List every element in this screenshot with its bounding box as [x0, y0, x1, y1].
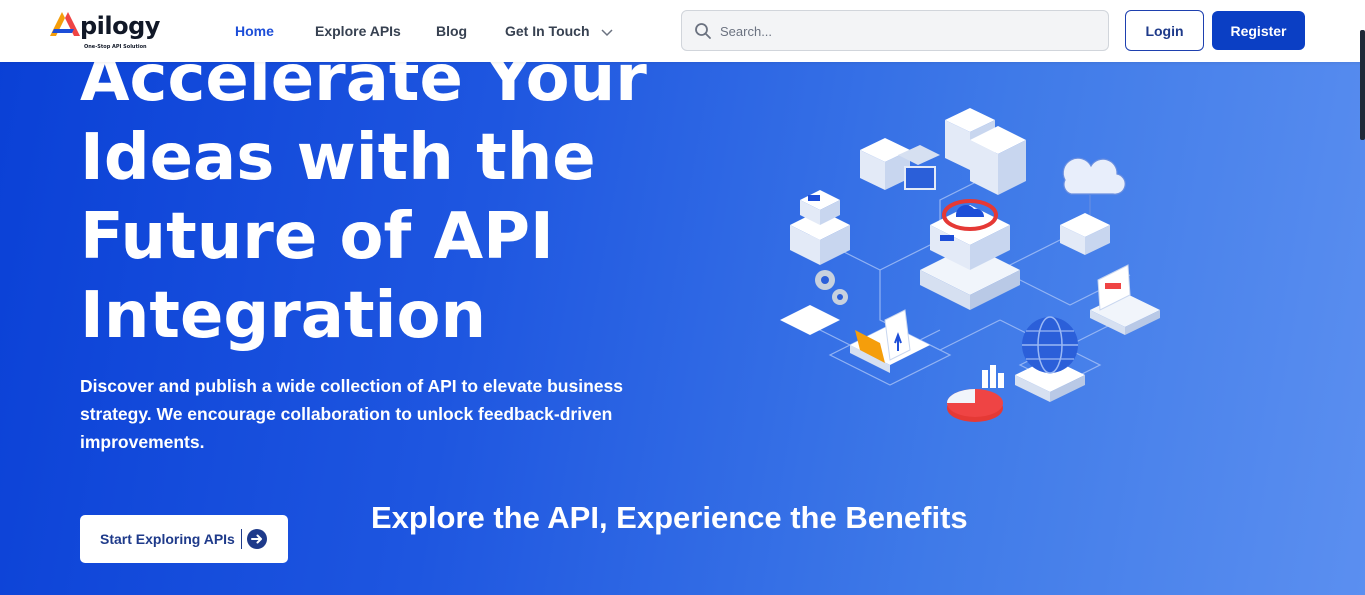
brand-logo[interactable]: pilogy One-Stop API Solution	[48, 12, 178, 54]
central-server	[920, 199, 1020, 310]
folder	[850, 309, 930, 373]
api-network-illustration	[780, 108, 1160, 422]
search-input[interactable]	[720, 19, 1090, 43]
hero-description: Discover and publish a wide collection o…	[80, 376, 623, 452]
hero-title-line: Ideas with the	[80, 121, 596, 195]
start-exploring-button[interactable]: Start Exploring APIs	[80, 515, 288, 563]
cloud-server	[1060, 157, 1126, 255]
hero-title-line: Future of API	[80, 200, 554, 274]
nav-item-blog[interactable]: Blog	[436, 23, 467, 39]
button-divider	[241, 529, 242, 549]
pie-chart	[947, 365, 1004, 422]
chevron-down-icon[interactable]	[600, 25, 614, 39]
start-exploring-label: Start Exploring APIs	[100, 531, 235, 547]
laptop	[1090, 264, 1160, 335]
hero-section: Accelerate Your Ideas with the Future of…	[0, 0, 1365, 595]
left-server	[790, 190, 850, 265]
login-button[interactable]: Login	[1125, 10, 1204, 51]
hero-title-line: Integration	[80, 279, 486, 353]
nav-item-get-in-touch[interactable]: Get In Touch	[505, 23, 590, 39]
logo-mark-icon	[50, 12, 80, 36]
search-icon	[695, 23, 711, 39]
scrollbar[interactable]	[1360, 30, 1365, 140]
register-button[interactable]: Register	[1212, 11, 1305, 50]
nav-item-explore-apis[interactable]: Explore APIs	[315, 23, 401, 39]
nav-item-home[interactable]: Home	[235, 23, 274, 39]
brand-name: pilogy	[80, 12, 160, 40]
arrow-right-circle-icon	[247, 529, 267, 549]
gears	[780, 270, 848, 335]
search-box[interactable]	[681, 10, 1109, 51]
top-navbar: pilogy One-Stop API Solution Home Explor…	[0, 0, 1365, 62]
hero-title: Accelerate Your Ideas with the Future of…	[80, 40, 700, 356]
globe	[1015, 316, 1085, 402]
top-servers	[860, 108, 1026, 195]
benefits-heading: Explore the API, Experience the Benefits	[371, 500, 968, 535]
brand-tagline: One-Stop API Solution	[84, 44, 147, 50]
